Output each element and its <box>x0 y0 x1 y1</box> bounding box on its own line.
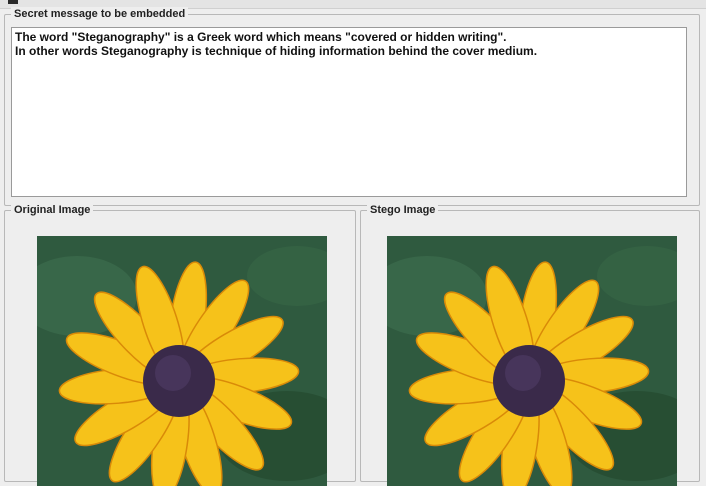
window-icon <box>8 0 18 4</box>
flower-icon <box>387 236 677 486</box>
flower-icon <box>37 236 327 486</box>
stego-image-panel: Stego Image <box>360 203 700 486</box>
stego-image <box>387 236 677 486</box>
secret-message-textarea[interactable]: The word "Steganography" is a Greek word… <box>11 27 687 197</box>
original-image-panel: Original Image <box>4 203 356 486</box>
secret-message-panel: Secret message to be embedded The word "… <box>4 7 700 206</box>
stego-image-title: Stego Image <box>367 203 439 217</box>
message-line-2: In other words Steganography is techniqu… <box>15 44 538 58</box>
original-image <box>37 236 327 486</box>
original-image-title: Original Image <box>11 203 94 217</box>
secret-message-title: Secret message to be embedded <box>11 7 189 21</box>
message-line-1: The word "Steganography" is a Greek word… <box>15 30 507 44</box>
